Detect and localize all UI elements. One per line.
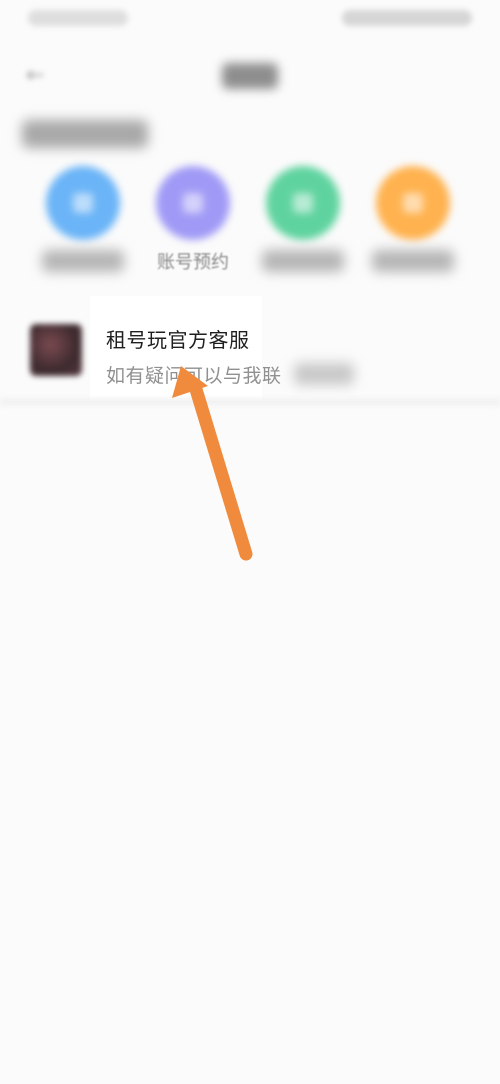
quick-entry-1[interactable] — [28, 162, 138, 282]
quick-entry-3[interactable] — [248, 162, 358, 282]
page-title — [222, 63, 278, 89]
quick-entry-4[interactable] — [358, 162, 468, 282]
back-arrow-icon[interactable]: ← — [26, 64, 54, 88]
quick-entry-account-reservation[interactable]: 账号预约 — [138, 162, 248, 282]
quick-entry-1-icon — [46, 166, 120, 240]
quick-entry-4-icon — [376, 166, 450, 240]
section-title — [22, 120, 148, 148]
quick-entry-4-label — [372, 250, 454, 272]
chat-list-item[interactable]: 租号玩官方客服 如有疑问可以与我联 — [0, 296, 500, 400]
status-time — [28, 10, 128, 26]
divider — [0, 398, 500, 406]
chat-preview: 如有疑问可以与我联 — [106, 365, 282, 387]
quick-entry-2-icon — [156, 166, 230, 240]
quick-entry-3-icon — [266, 166, 340, 240]
nav-bar: ← — [0, 50, 500, 102]
quick-entry-3-label — [262, 250, 344, 272]
chat-preview-blur — [294, 363, 354, 385]
avatar — [30, 324, 82, 376]
status-bar — [0, 0, 500, 40]
quick-entry-2-label: 账号预约 — [157, 252, 229, 273]
quick-entry-1-label — [42, 250, 124, 272]
chat-name: 租号玩官方客服 — [106, 328, 250, 352]
status-indicators — [342, 10, 472, 26]
screen: ← 账号预约 租号玩官方客服 如有疑问可以与我联 — [0, 0, 500, 1084]
